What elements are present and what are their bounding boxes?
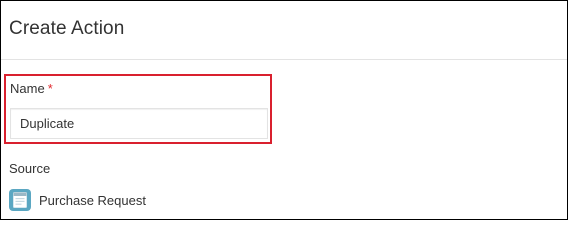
name-field-label: Name * (10, 81, 53, 96)
name-label-text: Name (10, 81, 45, 96)
source-app: Purchase Request (9, 189, 146, 211)
create-action-panel: Create Action Name* Source Purchase Requ… (0, 0, 568, 220)
required-indicator: * (47, 81, 53, 96)
page-title: Create Action (9, 18, 125, 39)
source-app-name: Purchase Request (39, 192, 146, 208)
panel-header: Create Action (1, 1, 567, 60)
source-label: Source (9, 161, 51, 176)
app-form-icon (9, 189, 31, 211)
name-input[interactable] (10, 108, 268, 139)
